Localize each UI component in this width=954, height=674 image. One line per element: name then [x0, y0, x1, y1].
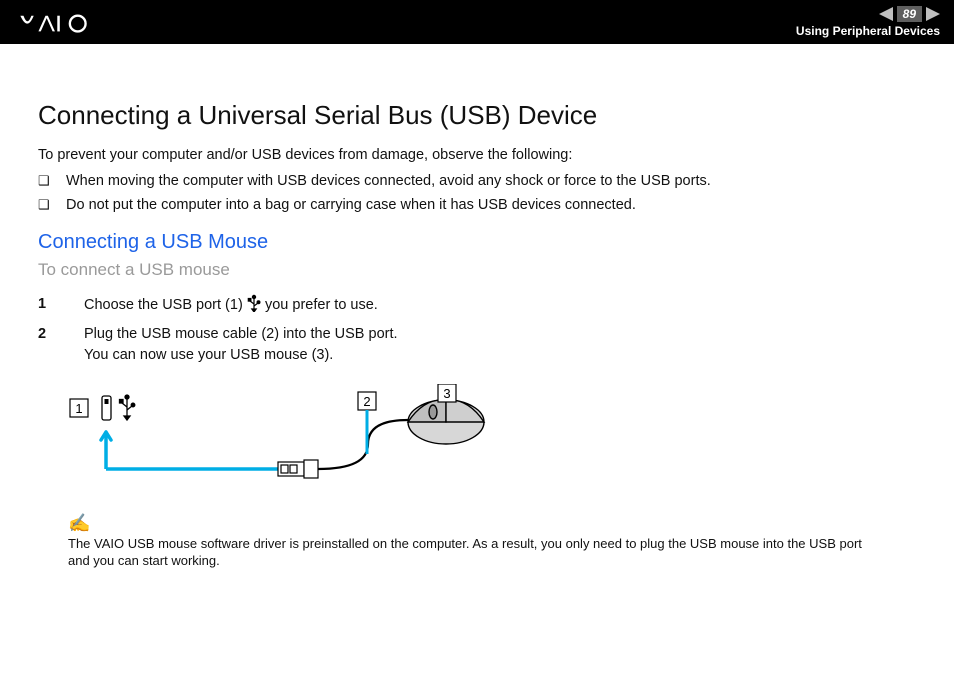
sub-heading: Connecting a USB Mouse	[38, 231, 916, 254]
diagram-callout-3: 3	[443, 386, 450, 401]
step-item: 1 Choose the USB port (1) you prefer to …	[62, 294, 916, 316]
diagram-callout-1: 1	[75, 401, 82, 416]
diagram-callout-2: 2	[363, 394, 370, 409]
step-text: you prefer to use.	[265, 297, 378, 313]
section-title: Using Peripheral Devices	[796, 24, 940, 38]
task-heading: To connect a USB mouse	[38, 260, 916, 280]
page-title: Connecting a Universal Serial Bus (USB) …	[38, 100, 916, 131]
step-number: 1	[38, 294, 46, 315]
caution-list: When moving the computer with USB device…	[62, 173, 916, 213]
note-icon: ✍	[68, 513, 90, 534]
step-text: Choose the USB port (1)	[84, 297, 247, 313]
vaio-logo	[18, 11, 128, 33]
header-bar: 89 Using Peripheral Devices	[0, 0, 954, 44]
prev-page-arrow[interactable]	[879, 7, 893, 21]
step-text: You can now use your USB mouse (3).	[84, 347, 333, 363]
list-item: Do not put the computer into a bag or ca…	[62, 197, 916, 213]
page-nav: 89	[879, 6, 940, 22]
note-text: The VAIO USB mouse software driver is pr…	[68, 536, 886, 570]
usb-icon	[247, 296, 265, 313]
step-list: 1 Choose the USB port (1) you prefer to …	[62, 294, 916, 366]
list-item: When moving the computer with USB device…	[62, 173, 916, 189]
usb-mouse-diagram: 1	[68, 384, 916, 499]
step-text: Plug the USB mouse cable (2) into the US…	[84, 326, 398, 342]
page-content: Connecting a Universal Serial Bus (USB) …	[0, 44, 954, 570]
step-number: 2	[38, 324, 46, 345]
intro-paragraph: To prevent your computer and/or USB devi…	[38, 147, 916, 163]
page-number: 89	[897, 6, 922, 22]
next-page-arrow[interactable]	[926, 7, 940, 21]
step-item: 2 Plug the USB mouse cable (2) into the …	[62, 324, 916, 366]
